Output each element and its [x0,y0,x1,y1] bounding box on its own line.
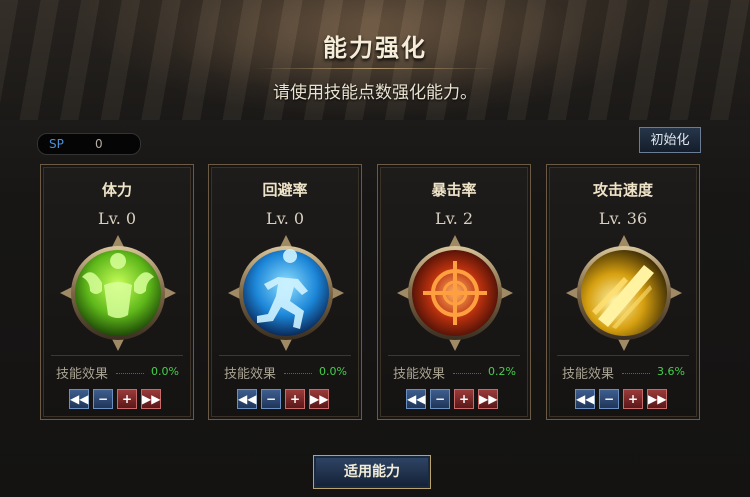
effect-value: 0.0% [319,365,347,378]
apply-abilities-button[interactable]: 适用能力 [313,455,431,489]
crosshair-icon [395,233,515,353]
max-level-button[interactable]: ▶▶ [478,389,498,409]
decrease-button[interactable]: − [430,389,450,409]
page-title: 能力强化 [323,34,427,62]
effect-leader-dots [116,373,144,374]
ability-name: 暴击率 [431,181,477,199]
sp-label: SP [49,137,64,151]
card-divider [51,355,183,356]
ability-card-evasion: 回避率 Lv. 0 技能效果 0.0% ◀◀ − + ▶▶ [208,164,362,420]
skill-points-display: SP 0 [37,133,141,155]
increase-button[interactable]: + [285,389,305,409]
increase-button[interactable]: + [623,389,643,409]
reset-button[interactable]: 初始化 [639,127,701,153]
effect-value: 3.6% [657,365,685,378]
ability-card-attack-speed: 攻击速度 Lv. 36 技能效果 3.6% ◀◀ − + ▶▶ [546,164,700,420]
ability-level: Lv. 2 [434,209,474,228]
effect-leader-dots [622,373,650,374]
decrease-button[interactable]: − [93,389,113,409]
min-level-button[interactable]: ◀◀ [237,389,257,409]
min-level-button[interactable]: ◀◀ [575,389,595,409]
card-divider [557,355,689,356]
ability-card-critical: 暴击率 Lv. 2 技能效果 0.2% ◀◀ − + ▶▶ [377,164,531,420]
ability-card-stamina: 体力 Lv. 0 技能效果 0.0% ◀◀ − + ▶▶ [40,164,194,420]
effect-label: 技能效果 [56,367,109,382]
effect-value: 0.0% [151,365,179,378]
ability-level: Lv. 0 [97,209,137,228]
ability-level: Lv. 36 [598,209,648,228]
ability-enhance-panel: 能力强化 请使用技能点数强化能力。 SP 0 初始化 体力 Lv. 0 技能效果 [0,0,750,497]
card-divider [388,355,520,356]
ability-level: Lv. 0 [265,209,305,228]
effect-label: 技能效果 [224,367,277,382]
increase-button[interactable]: + [454,389,474,409]
effect-value: 0.2% [488,365,516,378]
increase-button[interactable]: + [117,389,137,409]
decrease-button[interactable]: − [261,389,281,409]
card-divider [219,355,351,356]
page-subtitle: 请使用技能点数强化能力。 [273,83,477,103]
effect-label: 技能效果 [562,367,615,382]
decrease-button[interactable]: − [599,389,619,409]
ability-name: 体力 [101,181,132,199]
speed-slash-icon [564,233,684,353]
max-level-button[interactable]: ▶▶ [141,389,161,409]
ability-name: 回避率 [262,181,308,199]
running-man-icon [226,233,346,353]
min-level-button[interactable]: ◀◀ [69,389,89,409]
ability-name: 攻击速度 [592,181,653,199]
effect-leader-dots [453,373,481,374]
max-level-button[interactable]: ▶▶ [309,389,329,409]
min-level-button[interactable]: ◀◀ [406,389,426,409]
title-divider [255,68,495,69]
muscle-icon [58,233,178,353]
effect-label: 技能效果 [393,367,446,382]
sp-value: 0 [95,137,103,151]
max-level-button[interactable]: ▶▶ [647,389,667,409]
effect-leader-dots [284,373,312,374]
